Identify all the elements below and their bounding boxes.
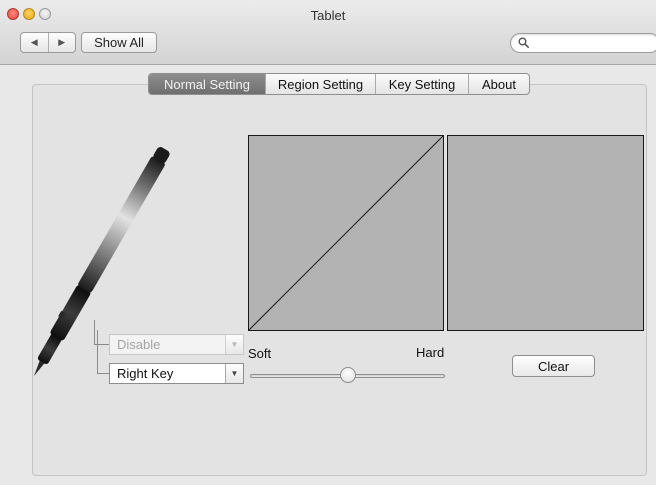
clear-button[interactable]: Clear [512,355,595,377]
upper-button-dropdown: Disable ▼ [109,334,244,355]
triangle-right-icon: ▶ [58,37,66,47]
lower-button-value: Right Key [117,366,174,381]
upper-button-value: Disable [117,337,161,352]
search-icon [518,37,529,48]
lower-button-connector [97,330,109,374]
forward-button[interactable]: ▶ [47,33,76,52]
chevron-down-icon: ▼ [225,364,243,383]
window-title: Tablet [310,8,346,23]
pressure-curve-line [249,136,443,330]
soft-label: Soft [248,346,272,361]
lower-button-dropdown[interactable]: Right Key ▼ [109,363,244,384]
tab-bar: Normal Setting Region Setting Key Settin… [148,73,530,95]
tab-key-setting[interactable]: Key Setting [375,74,468,94]
triangle-left-icon: ◀ [30,37,38,47]
pressure-test-area[interactable] [447,135,644,331]
search-field[interactable] [510,33,656,53]
tab-normal-setting[interactable]: Normal Setting [149,74,265,94]
tab-about[interactable]: About [468,74,529,94]
hard-label: Hard [416,345,445,360]
show-all-button[interactable]: Show All [81,32,157,53]
chevron-down-icon: ▼ [225,335,243,354]
back-button[interactable]: ◀ [21,33,48,52]
pressure-curve-graph [248,135,444,331]
search-input[interactable] [533,35,656,53]
pressure-slider-thumb[interactable] [340,367,356,383]
back-forward-control: ◀ ▶ [20,32,76,53]
tablet-preferences-window: Tablet ◀ ▶ Show All Normal Setting Regio… [0,0,656,485]
toolbar: Tablet ◀ ▶ Show All [0,0,656,65]
tab-region-setting[interactable]: Region Setting [265,74,375,94]
